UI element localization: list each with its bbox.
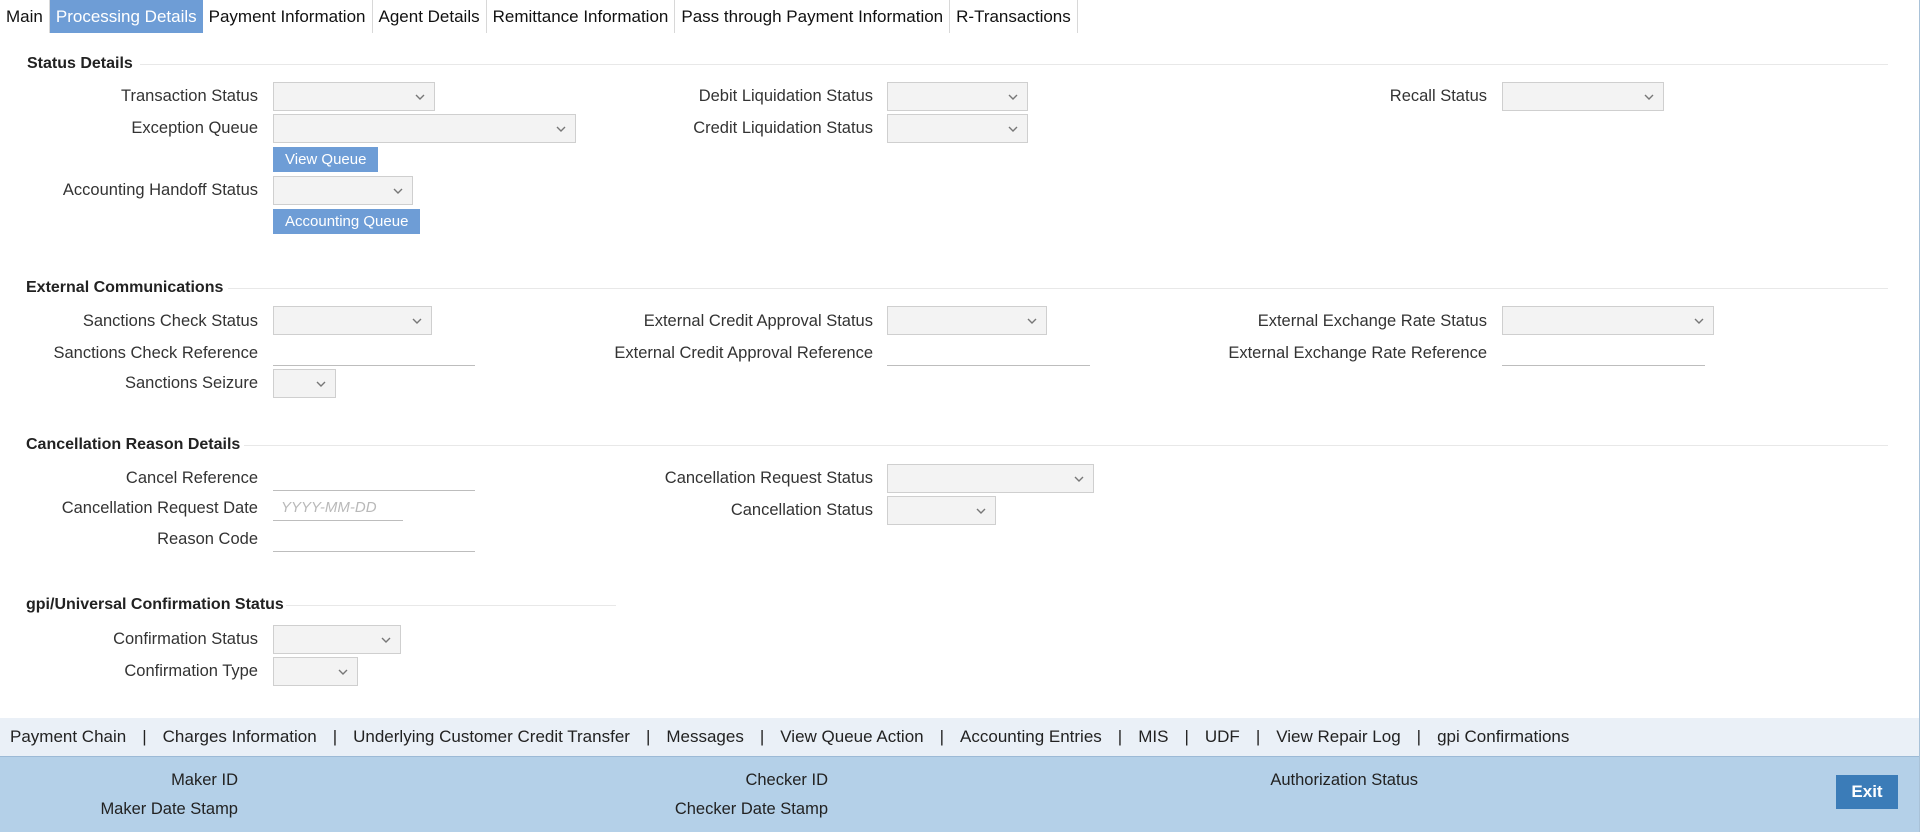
chevron-down-icon	[392, 185, 404, 197]
authorization-status-label: Authorization Status	[1270, 771, 1418, 789]
confirmation-type-select[interactable]	[273, 657, 358, 686]
sanctions-seizure-label: Sanctions Seizure	[125, 374, 258, 392]
chevron-down-icon	[1026, 315, 1038, 327]
chevron-down-icon	[315, 378, 327, 390]
sanctions-check-reference-label: Sanctions Check Reference	[53, 344, 258, 362]
link-mis[interactable]: MIS	[1138, 727, 1168, 747]
external-communications-rule	[228, 288, 1888, 289]
recall-status-select[interactable]	[1502, 82, 1664, 111]
external-credit-approval-status-label: External Credit Approval Status	[643, 312, 873, 330]
exception-queue-select[interactable]	[273, 114, 576, 143]
link-view-queue-action[interactable]: View Queue Action	[780, 727, 923, 747]
link-view-repair-log[interactable]: View Repair Log	[1276, 727, 1400, 747]
confirmation-type-label: Confirmation Type	[124, 662, 258, 680]
link-messages[interactable]: Messages	[666, 727, 743, 747]
accounting-queue-button[interactable]: Accounting Queue	[273, 209, 421, 234]
tab-pass-through-payment-information[interactable]: Pass through Payment Information	[675, 0, 951, 33]
chevron-down-icon	[555, 123, 567, 135]
view-queue-button[interactable]: View Queue	[273, 147, 379, 172]
checker-date-stamp-label: Checker Date Stamp	[674, 800, 828, 818]
external-exchange-rate-status-select[interactable]	[1502, 306, 1714, 335]
external-credit-approval-status-select[interactable]	[887, 306, 1047, 335]
link-payment-chain[interactable]: Payment Chain	[10, 727, 126, 747]
maker-id-label: Maker ID	[171, 771, 238, 789]
link-separator: |	[1416, 727, 1422, 746]
transaction-status-label: Transaction Status	[121, 87, 258, 105]
gpi-confirmation-status-rule	[286, 605, 616, 606]
chevron-down-icon	[1643, 91, 1655, 103]
credit-liquidation-status-select[interactable]	[887, 114, 1028, 143]
link-separator: |	[1255, 727, 1261, 746]
recall-status-label: Recall Status	[1389, 87, 1487, 105]
link-udf[interactable]: UDF	[1205, 727, 1240, 747]
link-separator: |	[759, 727, 765, 746]
chevron-down-icon	[1693, 315, 1705, 327]
accounting-handoff-status-select[interactable]	[273, 176, 413, 205]
link-separator: |	[1184, 727, 1189, 746]
tab-bar: Main Processing Details Payment Informat…	[0, 0, 1078, 33]
chevron-down-icon	[975, 505, 987, 517]
cancellation-reason-details-title: Cancellation Reason Details	[26, 436, 241, 453]
reason-code-input[interactable]	[273, 525, 475, 552]
external-exchange-rate-reference-label: External Exchange Rate Reference	[1228, 344, 1487, 362]
cancel-reference-input[interactable]	[273, 464, 475, 491]
link-separator: |	[332, 727, 338, 746]
tab-payment-information[interactable]: Payment Information	[203, 0, 373, 33]
tab-r-transactions[interactable]: R-Transactions	[950, 0, 1078, 33]
external-credit-approval-reference-label: External Credit Approval Reference	[614, 344, 873, 362]
cancellation-request-date-input[interactable]	[273, 494, 403, 521]
maker-date-stamp-label: Maker Date Stamp	[100, 800, 238, 818]
tab-agent-details[interactable]: Agent Details	[373, 0, 487, 33]
sanctions-check-status-select[interactable]	[273, 306, 432, 335]
chevron-down-icon	[380, 634, 392, 646]
credit-liquidation-status-label: Credit Liquidation Status	[693, 119, 873, 137]
chevron-down-icon	[337, 666, 349, 678]
bottom-link-bar: Payment Chain | Charges Information | Un…	[0, 718, 1920, 756]
chevron-down-icon	[411, 315, 423, 327]
chevron-down-icon	[414, 91, 426, 103]
tab-processing-details[interactable]: Processing Details	[49, 0, 203, 33]
cancellation-reason-details-rule	[244, 445, 1888, 446]
link-accounting-entries[interactable]: Accounting Entries	[960, 727, 1102, 747]
external-exchange-rate-reference-input[interactable]	[1502, 339, 1705, 366]
cancel-reference-label: Cancel Reference	[125, 469, 258, 487]
link-charges-information[interactable]: Charges Information	[163, 727, 317, 747]
exception-queue-label: Exception Queue	[131, 119, 258, 137]
status-details-title: Status Details	[27, 55, 133, 72]
link-gpi-confirmations[interactable]: gpi Confirmations	[1437, 727, 1569, 747]
transaction-status-select[interactable]	[273, 82, 435, 111]
chevron-down-icon	[1007, 91, 1019, 103]
link-underlying-customer-credit-transfer[interactable]: Underlying Customer Credit Transfer	[353, 727, 630, 747]
cancellation-request-date-label: Cancellation Request Date	[61, 499, 258, 517]
tab-main[interactable]: Main	[0, 0, 50, 33]
cancellation-status-select[interactable]	[887, 496, 996, 525]
link-separator: |	[1117, 727, 1123, 746]
debit-liquidation-status-select[interactable]	[887, 82, 1028, 111]
link-separator: |	[142, 727, 147, 746]
reason-code-label: Reason Code	[157, 530, 258, 548]
external-exchange-rate-status-label: External Exchange Rate Status	[1257, 312, 1487, 330]
external-credit-approval-reference-input[interactable]	[887, 339, 1090, 366]
link-separator: |	[645, 727, 651, 746]
confirmation-status-label: Confirmation Status	[113, 630, 258, 648]
sanctions-check-reference-input[interactable]	[273, 339, 475, 366]
cancellation-request-status-label: Cancellation Request Status	[664, 469, 873, 487]
cancellation-status-label: Cancellation Status	[730, 501, 873, 519]
checker-id-label: Checker ID	[745, 771, 828, 789]
chevron-down-icon	[1073, 473, 1085, 485]
gpi-confirmation-status-title: gpi/Universal Confirmation Status	[26, 596, 284, 613]
confirmation-status-select[interactable]	[273, 625, 401, 654]
cancellation-request-status-select[interactable]	[887, 464, 1094, 493]
tab-remittance-information[interactable]: Remittance Information	[487, 0, 676, 33]
sanctions-check-status-label: Sanctions Check Status	[82, 312, 258, 330]
accounting-handoff-status-label: Accounting Handoff Status	[62, 181, 258, 199]
link-separator: |	[939, 727, 945, 746]
debit-liquidation-status-label: Debit Liquidation Status	[698, 87, 873, 105]
sanctions-seizure-select[interactable]	[273, 369, 336, 398]
exit-button[interactable]: Exit	[1836, 775, 1898, 809]
audit-footer: Maker ID Maker Date Stamp Checker ID Che…	[0, 756, 1920, 832]
status-details-rule	[140, 64, 1888, 65]
chevron-down-icon	[1007, 123, 1019, 135]
external-communications-title: External Communications	[26, 279, 224, 296]
